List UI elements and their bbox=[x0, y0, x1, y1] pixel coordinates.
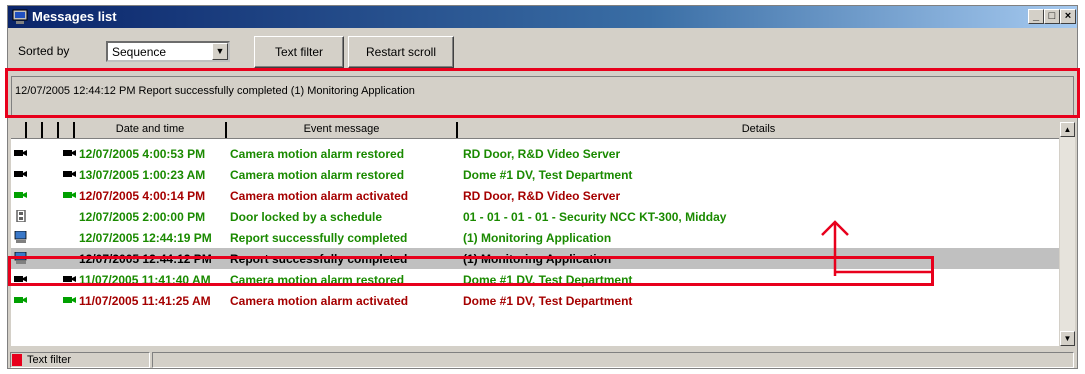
highlight-box-current-message bbox=[5, 68, 1080, 118]
status-filter-cell: Text filter bbox=[10, 352, 150, 368]
row-details: (1) Monitoring Application bbox=[463, 231, 612, 245]
camera-icon bbox=[63, 150, 76, 156]
sort-select[interactable]: Sequence ▼ bbox=[106, 41, 230, 62]
minimize-button[interactable]: _ bbox=[1028, 9, 1044, 24]
app-icon bbox=[12, 9, 28, 24]
row-details: RD Door, R&D Video Server bbox=[463, 189, 621, 203]
door-icon bbox=[16, 210, 26, 222]
messages-list[interactable]: 12/07/2005 4:00:53 PM Camera motion alarm… bbox=[11, 139, 1059, 346]
row-date: 13/07/2005 1:00:23 AM bbox=[79, 168, 206, 182]
row-details: Dome #1 DV, Test Department bbox=[463, 168, 633, 182]
camera-icon bbox=[14, 171, 27, 177]
camera-icon bbox=[63, 297, 76, 303]
maximize-button[interactable]: □ bbox=[1044, 9, 1060, 24]
camera-icon bbox=[14, 192, 27, 198]
vertical-scrollbar[interactable]: ▲ ▼ bbox=[1060, 122, 1075, 346]
column-header-details[interactable]: Details bbox=[456, 122, 1059, 138]
window-title: Messages list bbox=[32, 9, 117, 24]
scroll-up-arrow-icon[interactable]: ▲ bbox=[1060, 122, 1075, 137]
messages-list-window: Messages list _ □ × Sorted by Sequence ▼… bbox=[7, 5, 1078, 369]
row-date: 12/07/2005 4:00:14 PM bbox=[79, 189, 206, 203]
row-date: 12/07/2005 4:00:53 PM bbox=[79, 147, 206, 161]
row-event: Camera motion alarm activated bbox=[230, 189, 409, 203]
row-date: 11/07/2005 11:41:25 AM bbox=[79, 294, 211, 308]
column-header-icon-2[interactable] bbox=[41, 122, 57, 138]
column-header-icon-1[interactable] bbox=[25, 122, 41, 138]
filter-indicator-icon bbox=[12, 354, 22, 366]
column-header-date[interactable]: Date and time bbox=[73, 122, 225, 138]
row-date: 12/07/2005 2:00:00 PM bbox=[79, 210, 206, 224]
row-details: Dome #1 DV, Test Department bbox=[463, 294, 633, 308]
row-date: 12/07/2005 12:44:19 PM bbox=[79, 231, 212, 245]
row-event: Camera motion alarm restored bbox=[230, 168, 405, 182]
computer-icon bbox=[14, 231, 27, 243]
row-event: Report successfully completed bbox=[230, 231, 408, 245]
scroll-down-arrow-icon[interactable]: ▼ bbox=[1060, 331, 1075, 346]
column-header-icon-3[interactable] bbox=[57, 122, 73, 138]
restart-scroll-button[interactable]: Restart scroll bbox=[348, 36, 454, 68]
camera-icon bbox=[63, 171, 76, 177]
list-header: Date and time Event message Details bbox=[11, 122, 1059, 139]
highlight-box-selected-row bbox=[8, 256, 934, 286]
camera-icon bbox=[14, 150, 27, 156]
list-item[interactable]: 12/07/2005 2:00:00 PM Door locked by a sc… bbox=[11, 206, 1059, 227]
list-item[interactable]: 12/07/2005 4:00:53 PM Camera motion alarm… bbox=[11, 143, 1059, 164]
list-item[interactable]: 12/07/2005 4:00:14 PM Camera motion alarm… bbox=[11, 185, 1059, 206]
row-event: Door locked by a schedule bbox=[230, 210, 383, 224]
column-header-event[interactable]: Event message bbox=[225, 122, 456, 138]
title-bar[interactable]: Messages list _ □ × bbox=[8, 6, 1077, 28]
text-filter-button[interactable]: Text filter bbox=[254, 36, 344, 68]
annotation-arrow-icon bbox=[821, 220, 849, 276]
camera-icon bbox=[63, 192, 76, 198]
camera-icon bbox=[14, 297, 27, 303]
list-item[interactable]: 13/07/2005 1:00:23 AM Camera motion alarm… bbox=[11, 164, 1059, 185]
row-details: RD Door, R&D Video Server bbox=[463, 147, 621, 161]
row-details: 01 - 01 - 01 - 01 - Security NCC KT-300,… bbox=[463, 210, 727, 224]
sort-select-value: Sequence bbox=[112, 45, 167, 59]
status-bar: Text filter bbox=[8, 352, 1077, 368]
row-event: Camera motion alarm restored bbox=[230, 147, 405, 161]
annotation-connector-line bbox=[834, 270, 934, 274]
close-button[interactable]: × bbox=[1060, 9, 1076, 24]
row-event: Camera motion alarm activated bbox=[230, 294, 409, 308]
status-message-cell bbox=[152, 352, 1074, 368]
chevron-down-icon[interactable]: ▼ bbox=[212, 43, 228, 60]
toolbar: Sorted by Sequence ▼ Text filter Restart… bbox=[8, 30, 1077, 72]
status-filter-label: Text filter bbox=[27, 354, 72, 366]
list-item[interactable]: 12/07/2005 12:44:19 PM Report successfull… bbox=[11, 227, 1059, 248]
list-item[interactable]: 11/07/2005 11:41:25 AM Camera motion alar… bbox=[11, 290, 1059, 311]
sorted-by-label: Sorted by bbox=[18, 44, 70, 58]
